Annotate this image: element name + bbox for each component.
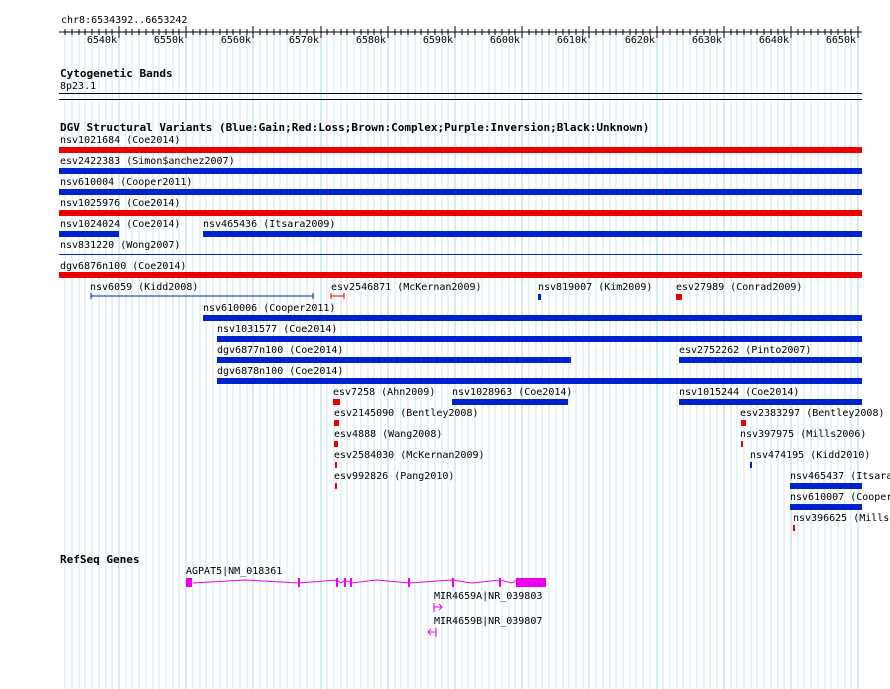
variant-label[interactable]: nsv465436 (Itsara2009) <box>203 219 335 230</box>
ruler-tick-label: 6580k <box>355 35 386 46</box>
variant-bar-loss[interactable] <box>741 441 743 447</box>
variant-bar-loss[interactable] <box>59 210 862 216</box>
variant-bar-loss[interactable] <box>333 399 340 405</box>
variant-label[interactable]: esv4888 (Wang2008) <box>334 429 442 440</box>
variant-label[interactable]: esv2584030 (McKernan2009) <box>334 450 485 461</box>
variant-bar-loss[interactable] <box>335 462 337 468</box>
variant-label[interactable]: nsv396625 (Mills <box>793 513 889 524</box>
variant-label[interactable]: esv2383297 (Bentley2008) <box>740 408 885 419</box>
variant-label[interactable]: nsv1021684 (Coe2014) <box>60 135 180 146</box>
variant-bar-loss[interactable] <box>741 420 746 426</box>
variant-label[interactable]: esv2546871 (McKernan2009) <box>331 282 482 293</box>
variant-bar-gain[interactable] <box>59 168 862 174</box>
ruler-tick-label: 6620k <box>624 35 655 46</box>
genome-browser: chr8:6534392..6653242 6540k 6550k 6560k 657… <box>0 0 890 689</box>
variant-bar-gain[interactable] <box>790 504 862 510</box>
variant-bar-gain[interactable] <box>217 336 862 342</box>
variant-bar-loss[interactable] <box>59 147 862 153</box>
variant-label[interactable]: nsv1025976 (Coe2014) <box>60 198 180 209</box>
variant-label[interactable]: nsv1031577 (Coe2014) <box>217 324 337 335</box>
variant-bar-gain[interactable] <box>679 357 862 363</box>
cytoband-track-title: Cytogenetic Bands <box>60 67 173 80</box>
ruler-tick-label: 6560k <box>220 35 251 46</box>
variant-label[interactable]: nsv1024024 (Coe2014) <box>60 219 180 230</box>
variant-label[interactable]: nsv465437 (Itsara <box>790 471 890 482</box>
variant-bar-loss[interactable] <box>676 294 682 300</box>
variant-label[interactable]: nsv1028963 (Coe2014) <box>452 387 572 398</box>
variant-bar-loss[interactable] <box>59 272 862 278</box>
variant-bar-gain[interactable] <box>217 378 862 384</box>
variant-bar-loss[interactable] <box>334 420 339 426</box>
ruler-tick-label: 6600k <box>489 35 520 46</box>
cytoband-line-top <box>59 93 862 94</box>
variant-label[interactable]: esv7258 (Ahn2009) <box>333 387 435 398</box>
gene-label[interactable]: MIR4659B|NR_039807 <box>434 616 542 627</box>
ruler-tick-label: 6650k <box>825 35 856 46</box>
variant-bar-gain[interactable] <box>217 357 571 363</box>
variant-bar-gain[interactable] <box>59 231 119 237</box>
variant-bar-gain[interactable] <box>679 399 862 405</box>
variant-label[interactable]: esv2145090 (Bentley2008) <box>334 408 479 419</box>
variant-label[interactable]: esv2422383 (Simon$anchez2007) <box>60 156 235 167</box>
refseq-track-title: RefSeq Genes <box>60 553 140 566</box>
ruler-tick-label: 6640k <box>758 35 789 46</box>
variant-bar-loss[interactable] <box>334 441 338 447</box>
variant-label[interactable]: esv27989 (Conrad2009) <box>676 282 802 293</box>
variant-bar-gain[interactable] <box>750 462 752 468</box>
variant-label[interactable]: esv992826 (Pang2010) <box>334 471 454 482</box>
variant-bar-gain[interactable] <box>452 399 568 405</box>
ruler-tick-label: 6540k <box>86 35 117 46</box>
variant-bar-loss[interactable] <box>335 483 337 489</box>
variant-label[interactable]: nsv397975 (Mills2006) <box>740 429 866 440</box>
variant-label[interactable]: nsv474195 (Kidd2010) <box>750 450 870 461</box>
variant-bar-gain[interactable] <box>203 315 862 321</box>
variant-label[interactable]: nsv819007 (Kim2009) <box>538 282 652 293</box>
variant-bar-loss[interactable] <box>793 525 795 531</box>
variant-bar-gain[interactable] <box>538 294 541 300</box>
variant-line-gain[interactable] <box>89 292 315 300</box>
variant-label[interactable]: nsv831220 (Wong2007) <box>60 240 180 251</box>
dgv-track-title: DGV Structural Variants (Blue:Gain;Red:L… <box>60 121 650 134</box>
gene-label[interactable]: MIR4659A|NR_039803 <box>434 591 542 602</box>
variant-label[interactable]: esv2752262 (Pinto2007) <box>679 345 811 356</box>
variant-label[interactable]: nsv610004 (Cooper2011) <box>60 177 192 188</box>
cytoband-label: 8p23.1 <box>60 81 97 92</box>
ruler-tick-label: 6550k <box>153 35 184 46</box>
gene-model-agpat5[interactable] <box>185 576 550 590</box>
variant-line-gain[interactable] <box>59 254 862 255</box>
cytoband-line-bottom <box>59 99 862 100</box>
variant-bar-gain[interactable] <box>59 189 862 195</box>
variant-label[interactable]: nsv1015244 (Coe2014) <box>679 387 799 398</box>
ruler-tick-label: 6610k <box>556 35 587 46</box>
ruler-tick-label: 6570k <box>288 35 319 46</box>
gene-model-mir4659a[interactable] <box>432 602 446 614</box>
variant-label[interactable]: dgv6877n100 (Coe2014) <box>217 345 343 356</box>
gene-model-mir4659b[interactable] <box>426 627 440 639</box>
variant-line-loss[interactable] <box>330 292 346 300</box>
ruler-tick-label: 6590k <box>422 35 453 46</box>
variant-label[interactable]: nsv610006 (Cooper2011) <box>203 303 335 314</box>
variant-bar-gain[interactable] <box>203 231 862 237</box>
variant-bar-gain[interactable] <box>790 483 862 489</box>
variant-label[interactable]: dgv6878n100 (Coe2014) <box>217 366 343 377</box>
variant-label[interactable]: nsv610007 (Cooper <box>790 492 890 503</box>
ruler-tick-label: 6630k <box>691 35 722 46</box>
variant-label[interactable]: dgv6876n100 (Coe2014) <box>60 261 186 272</box>
